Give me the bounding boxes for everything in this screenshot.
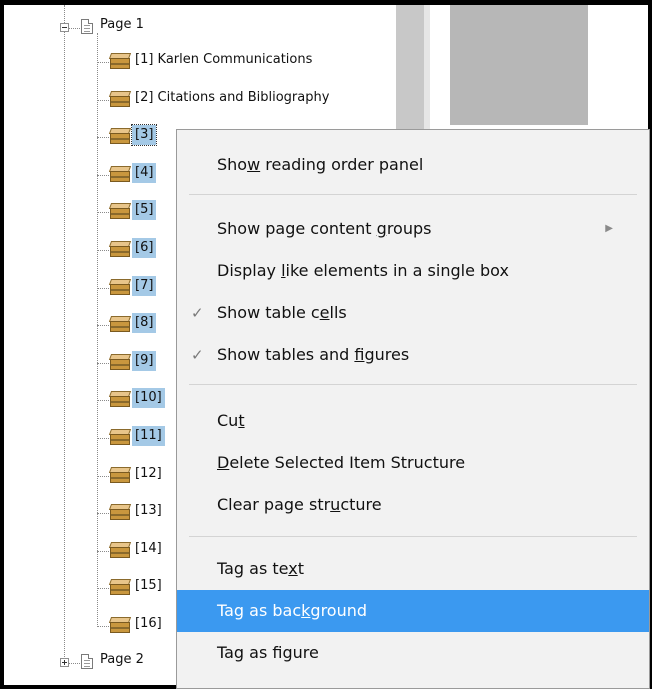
menu-cut[interactable]: Cut: [177, 400, 649, 442]
tree-item-label: [13]: [135, 503, 162, 518]
tree-connector: [97, 551, 111, 552]
tree-item-label: [14]: [135, 541, 162, 556]
tree-item-label: [7]: [132, 276, 157, 296]
tree-connector: [97, 100, 111, 101]
container-box-icon: [108, 429, 132, 445]
container-box-icon: [108, 316, 132, 332]
container-box-icon: [108, 391, 132, 407]
container-box-icon: [108, 279, 132, 295]
tree-page-2[interactable]: Page 2: [100, 652, 144, 668]
tree-line-page1: [97, 33, 98, 625]
tree-item-label: [15]: [135, 578, 162, 593]
context-menu: Show reading order panel Show page conte…: [176, 129, 650, 689]
page-icon: [81, 654, 93, 669]
menu-separator: [189, 536, 637, 537]
tree-item[interactable]: [2] Citations and Bibliography: [108, 87, 390, 109]
menu-tag-as-text[interactable]: Tag as text: [177, 548, 649, 590]
menu-clear-page-structure[interactable]: Clear page structure: [177, 484, 649, 526]
container-box-icon: [108, 91, 132, 107]
expand-page2-toggle[interactable]: [60, 658, 69, 667]
tree-page-1[interactable]: Page 1: [100, 17, 144, 33]
menu-show-tables-and-figures[interactable]: ✓ Show tables and figures: [177, 334, 649, 376]
menu-tag-as-background[interactable]: Tag as background: [177, 590, 649, 632]
tree-item-label: [10]: [132, 388, 165, 408]
container-box-icon: [108, 354, 132, 370]
tree-connector: [97, 137, 111, 138]
collapse-page1-toggle[interactable]: [60, 23, 69, 32]
tree-item-label: [8]: [132, 313, 157, 333]
tree-connector: [97, 250, 111, 251]
container-box-icon: [108, 617, 132, 633]
menu-show-page-content-groups[interactable]: Show page content groups ▶: [177, 208, 649, 250]
document-preview-area: [450, 5, 588, 125]
container-box-icon: [108, 128, 132, 144]
tree-item-label: [4]: [132, 163, 157, 183]
menu-display-like-elements[interactable]: Display like elements in a single box: [177, 250, 649, 292]
container-box-icon: [108, 166, 132, 182]
tree-item-label: [11]: [132, 426, 165, 446]
container-box-icon: [108, 203, 132, 219]
tree-item-label: [9]: [132, 351, 157, 371]
tree-item-label: [2] Citations and Bibliography: [135, 90, 330, 105]
tree-item-label: [5]: [132, 200, 157, 220]
tree-connector: [97, 400, 111, 401]
container-box-icon: [108, 467, 132, 483]
menu-tag-as-figure[interactable]: Tag as figure: [177, 632, 649, 674]
tree-item-label: [12]: [135, 466, 162, 481]
menu-delete-selected-item-structure[interactable]: Delete Selected Item Structure: [177, 442, 649, 484]
tree-connector: [97, 325, 111, 326]
container-box-icon: [108, 241, 132, 257]
menu-show-reading-order-panel[interactable]: Show reading order panel: [177, 144, 649, 186]
tree-connector: [97, 288, 111, 289]
container-box-icon: [108, 579, 132, 595]
tree-connector: [97, 438, 111, 439]
tree-item-label: [6]: [132, 238, 157, 258]
menu-separator: [189, 194, 637, 195]
menu-show-table-cells[interactable]: ✓ Show table cells: [177, 292, 649, 334]
tree-connector: [97, 626, 111, 627]
page-icon: [81, 19, 93, 34]
container-box-icon: [108, 53, 132, 69]
container-box-icon: [108, 542, 132, 558]
tree-connector: [97, 588, 111, 589]
tree-connector: [97, 212, 111, 213]
tree-item[interactable]: [1] Karlen Communications: [108, 49, 390, 71]
tree-connector: [97, 513, 111, 514]
tree-connector: [97, 476, 111, 477]
tree-item-label: [16]: [135, 616, 162, 631]
menu-separator: [189, 384, 637, 385]
tree-connector: [97, 175, 111, 176]
tree-item-label: [1] Karlen Communications: [135, 52, 313, 67]
tree-connector: [97, 62, 111, 63]
tree-item-label: [3]: [130, 124, 158, 146]
checkmark-icon: ✓: [191, 346, 204, 364]
checkmark-icon: ✓: [191, 304, 204, 322]
tree-connector: [97, 363, 111, 364]
submenu-arrow-icon: ▶: [605, 223, 613, 234]
container-box-icon: [108, 504, 132, 520]
tree-line-root: [64, 5, 65, 665]
